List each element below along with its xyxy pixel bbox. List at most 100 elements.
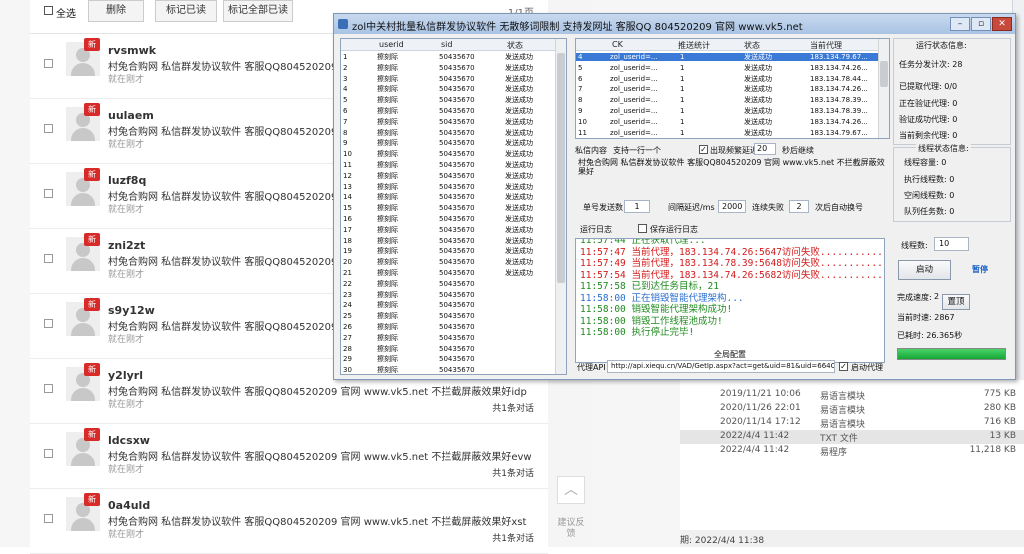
save-log-checkbox[interactable]: [638, 224, 647, 233]
ck-row[interactable]: 7 zol_userid=... 1 发送成功 183.134.74.26...: [576, 85, 889, 93]
message-username[interactable]: ldcsxw: [108, 434, 150, 447]
message-item[interactable]: 新 0a4uld 村兔合购网 私信群发协议软件 客服QQ804520209 官网 w…: [30, 489, 548, 554]
single-send-input[interactable]: 1: [624, 200, 650, 213]
file-row[interactable]: 2022/4/4 11:42 易程序 11,218 KB: [680, 444, 1024, 458]
row-sid: 50435670: [439, 323, 475, 331]
userid-row[interactable]: 13 擦刻际 50435670 发送成功: [341, 183, 566, 191]
userid-row[interactable]: 5 擦刻际 50435670 发送成功: [341, 96, 566, 104]
message-checkbox[interactable]: [44, 514, 53, 523]
conversation-count[interactable]: 共1条对话: [492, 531, 534, 544]
ck-row[interactable]: 5 zol_userid=... 1 发送成功 183.134.74.26...: [576, 64, 889, 72]
userid-row[interactable]: 27 擦刻际 50435670: [341, 334, 566, 342]
file-row[interactable]: 2019/11/21 10:06 易语言模块 775 KB: [680, 388, 1024, 402]
userid-row[interactable]: 3 擦刻际 50435670 发送成功: [341, 75, 566, 83]
start-button[interactable]: 启动: [898, 260, 951, 280]
auto-proxy-checkbox[interactable]: ✓: [839, 362, 848, 371]
userid-row[interactable]: 17 擦刻际 50435670 发送成功: [341, 226, 566, 234]
message-username[interactable]: rvsmwk: [108, 44, 156, 57]
userid-row[interactable]: 19 擦刻际 50435670 发送成功: [341, 247, 566, 255]
message-username[interactable]: 0a4uld: [108, 499, 150, 512]
userid-row[interactable]: 21 擦刻际 50435670 发送成功: [341, 269, 566, 277]
conversation-count[interactable]: 共1条对话: [492, 401, 534, 414]
proxy-api-input[interactable]: http://api.xiequ.cn/VAD/GetIp.aspx?act=g…: [607, 360, 835, 373]
pause-button[interactable]: 暂停: [972, 264, 988, 275]
userid-row[interactable]: 14 擦刻际 50435670 发送成功: [341, 193, 566, 201]
select-all-checkbox[interactable]: [44, 6, 53, 15]
userid-row[interactable]: 28 擦刻际 50435670: [341, 345, 566, 353]
mark-all-read-button[interactable]: 标记全部已读: [223, 0, 293, 22]
message-checkbox[interactable]: [44, 254, 53, 263]
fail-input[interactable]: 2: [789, 200, 809, 213]
userid-row[interactable]: 9 擦刻际 50435670 发送成功: [341, 139, 566, 147]
feedback-button[interactable]: 建议反馈: [557, 518, 585, 540]
userid-row[interactable]: 8 擦刻际 50435670 发送成功: [341, 129, 566, 137]
userid-row[interactable]: 20 擦刻际 50435670 发送成功: [341, 258, 566, 266]
delete-button[interactable]: 删除: [88, 0, 144, 22]
userid-row[interactable]: 4 擦刻际 50435670 发送成功: [341, 85, 566, 93]
back-to-top-button[interactable]: ︿: [557, 476, 585, 504]
message-checkbox[interactable]: [44, 189, 53, 198]
userid-row[interactable]: 26 擦刻际 50435670: [341, 323, 566, 331]
row-index: 19: [343, 247, 352, 256]
ck-grid-scrollbar[interactable]: [878, 39, 889, 138]
freq-delay-checkbox[interactable]: ✓: [699, 145, 708, 154]
userid-row[interactable]: 1 擦刻际 50435670 发送成功: [341, 53, 566, 61]
maximize-button[interactable]: ▫: [971, 17, 991, 31]
userid-row[interactable]: 15 擦刻际 50435670 发送成功: [341, 204, 566, 212]
userid-row[interactable]: 29 擦刻际 50435670: [341, 355, 566, 363]
userid-row[interactable]: 12 擦刻际 50435670 发送成功: [341, 172, 566, 180]
userid-row[interactable]: 25 擦刻际 50435670: [341, 312, 566, 320]
ck-row-index: 7: [578, 85, 583, 94]
message-checkbox[interactable]: [44, 319, 53, 328]
minimize-button[interactable]: –: [950, 17, 970, 31]
pin-top-button[interactable]: 置顶: [942, 294, 970, 310]
userid-row[interactable]: 10 擦刻际 50435670 发送成功: [341, 150, 566, 158]
message-username[interactable]: uulaem: [108, 109, 154, 122]
ck-row[interactable]: 9 zol_userid=... 1 发送成功 183.134.78.39...: [576, 107, 889, 115]
userid-row[interactable]: 22 擦刻际 50435670: [341, 280, 566, 288]
message-username[interactable]: y2lyrl: [108, 369, 143, 382]
ck-row[interactable]: 8 zol_userid=... 1 发送成功 183.134.78.39...: [576, 96, 889, 104]
ck-row[interactable]: 4 zol_userid=... 1 发送成功 183.134.79.67...: [576, 53, 889, 61]
userid-row[interactable]: 7 擦刻际 50435670 发送成功: [341, 118, 566, 126]
ck-row-index: 4: [578, 53, 583, 61]
message-checkbox[interactable]: [44, 59, 53, 68]
message-checkbox[interactable]: [44, 384, 53, 393]
ck-row[interactable]: 10 zol_userid=... 1 发送成功 183.134.74.26...: [576, 118, 889, 126]
msg-content-textarea[interactable]: 村兔合购网 私信群发协议软件 客服QQ804520209 官网 www.vk5.…: [575, 157, 890, 184]
userid-row[interactable]: 11 擦刻际 50435670 发送成功: [341, 161, 566, 169]
message-username[interactable]: s9y12w: [108, 304, 155, 317]
threads-input[interactable]: 10: [934, 237, 969, 251]
file-row[interactable]: 2022/4/4 11:42 TXT 文件 13 KB: [680, 430, 1024, 444]
userid-row[interactable]: 6 擦刻际 50435670 发送成功: [341, 107, 566, 115]
userid-row[interactable]: 24 擦刻际 50435670: [341, 301, 566, 309]
file-row[interactable]: 2020/11/14 17:12 易语言模块 716 KB: [680, 416, 1024, 430]
close-button[interactable]: ✕: [992, 17, 1012, 31]
ck-row-proxy: 183.134.74.26...: [810, 117, 868, 126]
freq-delay-input[interactable]: 20: [754, 143, 776, 155]
message-checkbox[interactable]: [44, 449, 53, 458]
conversation-count[interactable]: 共1条对话: [492, 466, 534, 479]
userid-grid-scroll-thumb[interactable]: [557, 53, 565, 283]
userid-row[interactable]: 23 擦刻际 50435670: [341, 291, 566, 299]
mark-read-button[interactable]: 标记已读: [155, 0, 217, 22]
message-username[interactable]: zni2zt: [108, 239, 145, 252]
row-status: 发送成功: [505, 215, 533, 223]
ck-grid-scroll-thumb[interactable]: [880, 61, 888, 87]
ck-row[interactable]: 6 zol_userid=... 1 发送成功 183.134.78.44...: [576, 75, 889, 83]
ck-grid[interactable]: CK 推送统计 状态 当前代理 4 zol_userid=... 1 发送成功 183.…: [575, 38, 890, 139]
message-username[interactable]: luzf8q: [108, 174, 146, 187]
window-titlebar[interactable]: zol中关村批量私信群发协议软件 无散够词限制 支持发网址 客服QQ 80452…: [334, 14, 1015, 34]
ck-row[interactable]: 11 zol_userid=... 1 发送成功 183.134.79.67...: [576, 129, 889, 137]
userid-row[interactable]: 16 擦刻际 50435670 发送成功: [341, 215, 566, 223]
userid-grid-scrollbar[interactable]: [555, 39, 566, 374]
userid-row[interactable]: 2 擦刻际 50435670 发送成功: [341, 64, 566, 72]
file-row[interactable]: 2020/11/26 22:01 易语言模块 280 KB: [680, 402, 1024, 416]
message-checkbox[interactable]: [44, 124, 53, 133]
message-time: 就在刚才: [108, 205, 145, 215]
userid-row[interactable]: 18 擦刻际 50435670 发送成功: [341, 237, 566, 245]
userid-grid[interactable]: userid sid 状态 1 擦刻际 50435670 发送成功 2 擦刻际 504356…: [340, 38, 567, 375]
interval-input[interactable]: 2000: [718, 200, 746, 213]
message-item[interactable]: 新 ldcsxw 村兔合购网 私信群发协议软件 客服QQ804520209 官网 w…: [30, 424, 548, 489]
userid-row[interactable]: 30 擦刻际 50435670: [341, 366, 566, 374]
